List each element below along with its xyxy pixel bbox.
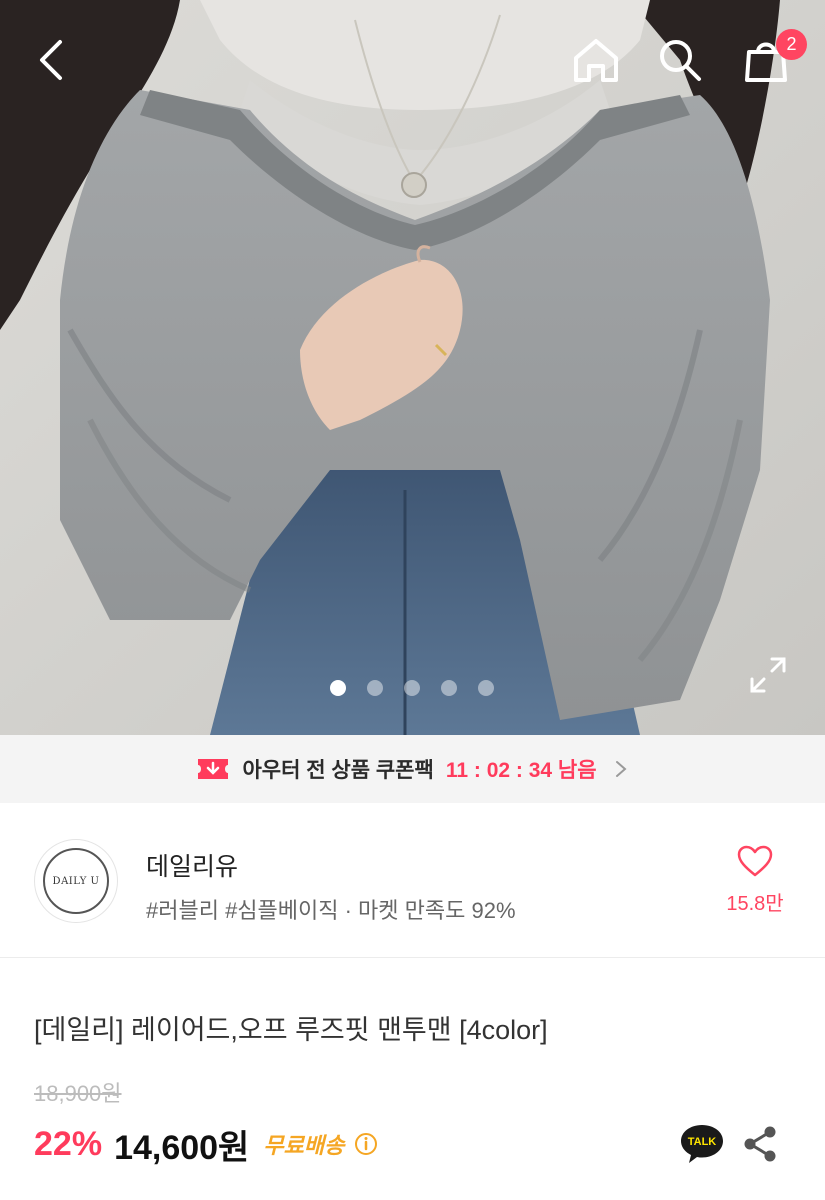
like-count: 15.8만 bbox=[726, 893, 784, 915]
pagination-dot[interactable] bbox=[441, 680, 457, 696]
kakaotalk-share-button[interactable]: TALK bbox=[678, 1122, 726, 1166]
talk-icon-label: TALK bbox=[688, 1136, 717, 1148]
store-name[interactable]: 데일리유 bbox=[146, 847, 238, 883]
product-photo bbox=[0, 0, 825, 735]
pagination-dot[interactable] bbox=[330, 680, 346, 696]
coupon-download-icon bbox=[198, 759, 229, 779]
fullscreen-button[interactable] bbox=[748, 655, 788, 695]
search-button[interactable] bbox=[650, 30, 710, 90]
expand-icon bbox=[750, 657, 786, 693]
back-button[interactable] bbox=[22, 30, 82, 90]
price-row: 22% 14,600원 무료배송 bbox=[34, 1120, 378, 1168]
store-logo-text: DAILY U bbox=[52, 875, 100, 887]
share-icon[interactable] bbox=[742, 1124, 778, 1164]
sale-price: 14,600원 bbox=[114, 1128, 250, 1167]
pagination-dot[interactable] bbox=[478, 680, 494, 696]
store-logo-badge: DAILY U bbox=[43, 848, 109, 914]
product-image-gallery[interactable]: 2 bbox=[0, 0, 825, 735]
pagination-dot[interactable] bbox=[367, 680, 383, 696]
home-icon bbox=[574, 39, 618, 82]
free-shipping-label: 무료배송 bbox=[263, 1133, 345, 1158]
search-icon bbox=[660, 40, 701, 81]
original-price: 18,900원 bbox=[34, 1081, 122, 1106]
coupon-banner[interactable]: 아우터 전 상품 쿠폰팩 11 : 02 : 34 남음 bbox=[0, 735, 825, 803]
discount-rate: 22% bbox=[34, 1124, 103, 1163]
store-like-button[interactable]: 15.8만 bbox=[710, 845, 800, 916]
cart-count-badge: 2 bbox=[776, 29, 807, 60]
coupon-banner-text: 아우터 전 상품 쿠폰팩 bbox=[242, 759, 434, 782]
product-title: [데일리] 레이어드,오프 루즈핏 맨투맨 [4color] bbox=[34, 1015, 548, 1045]
coupon-countdown: 11 : 02 : 34 남음 bbox=[445, 759, 597, 782]
gallery-pagination bbox=[330, 680, 494, 696]
store-info: DAILY U 데일리유 #러블리 #심플베이직 · 마켓 만족도 92% 15… bbox=[0, 803, 825, 958]
store-logo[interactable]: DAILY U bbox=[34, 839, 118, 923]
heart-icon bbox=[737, 845, 773, 877]
pagination-dot[interactable] bbox=[404, 680, 420, 696]
chevron-right-icon bbox=[615, 761, 627, 777]
chevron-left-icon bbox=[40, 40, 62, 80]
store-tags: #러블리 #심플베이직 · 마켓 만족도 92% bbox=[146, 898, 516, 923]
home-button[interactable] bbox=[566, 30, 626, 90]
info-icon[interactable] bbox=[354, 1132, 378, 1156]
